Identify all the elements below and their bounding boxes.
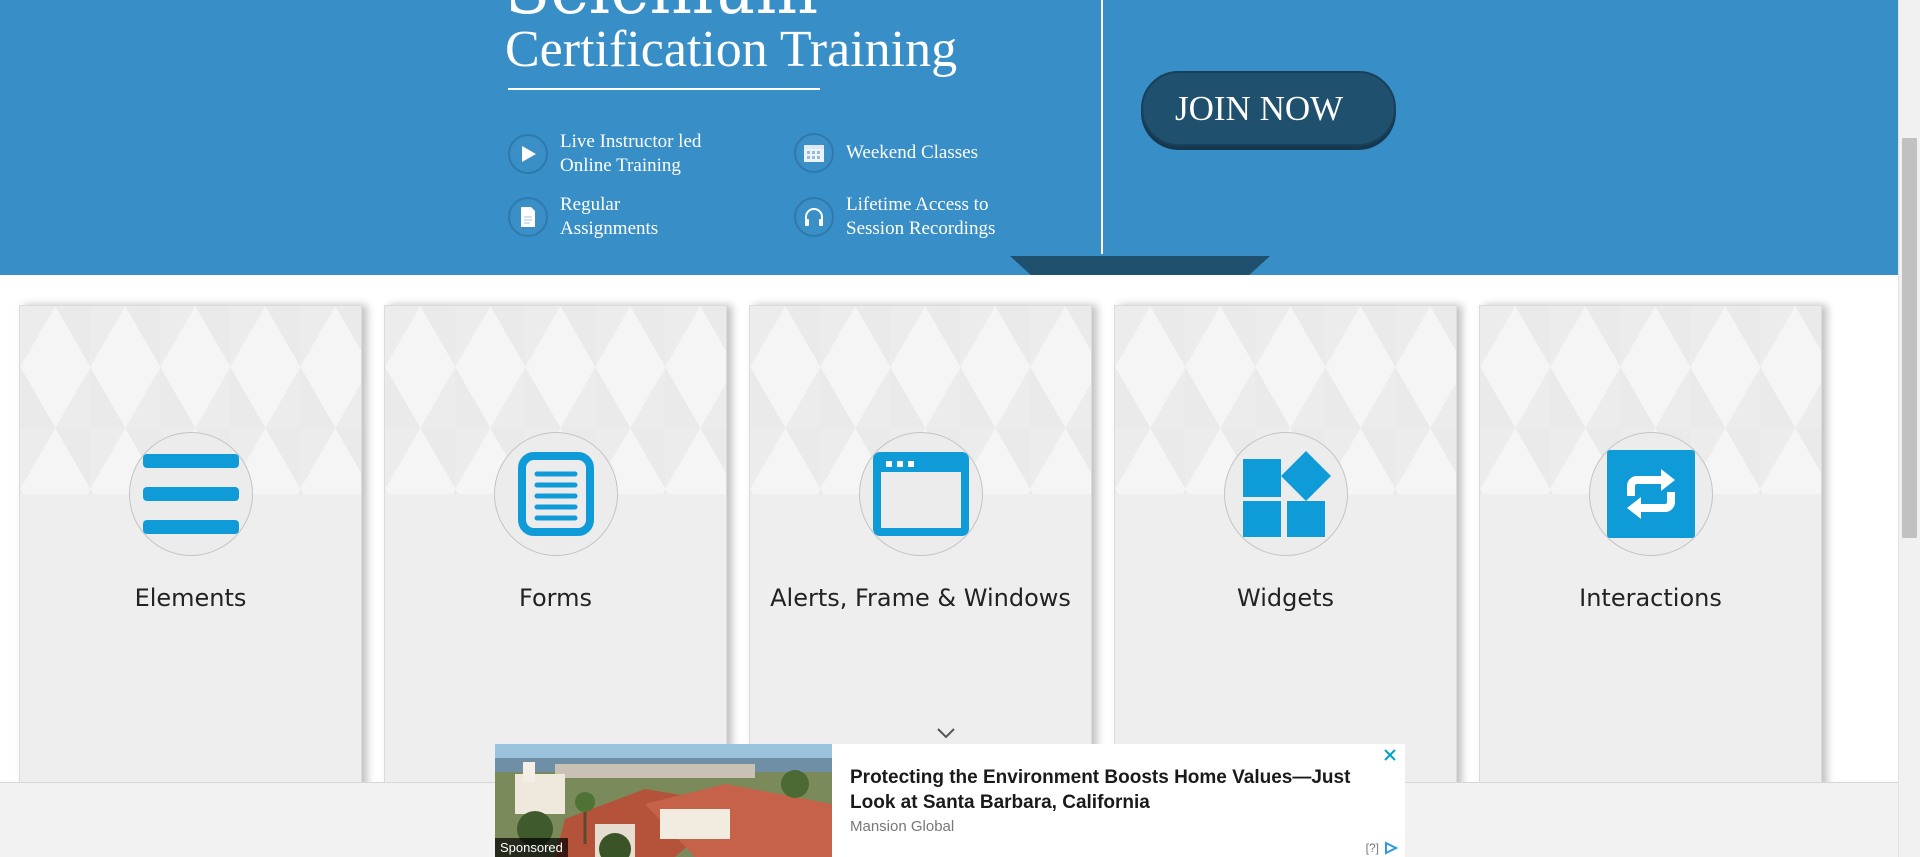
join-now-button[interactable]: JOIN NOW [1141,71,1396,146]
feature-text: Lifetime Access to Session Recordings [846,194,996,239]
feature-live-training: Live Instructor led Online Training [508,130,701,178]
headphones-icon [794,197,834,237]
card-title: Interactions [1579,584,1722,612]
sponsored-ad[interactable]: Sponsored Protecting the Environment Boo… [495,744,1405,857]
card-interactions[interactable]: Interactions [1479,305,1822,857]
card-title: Widgets [1236,584,1335,612]
feature-session-recordings: Lifetime Access to Session Recordings [794,193,995,241]
sponsored-label: Sponsored [495,838,568,857]
ad-headline[interactable]: Protecting the Environment Boosts Home V… [850,765,1390,815]
card-avatar [858,432,983,556]
play-icon [508,134,548,174]
card-avatar [1223,432,1348,556]
feature-text: Regular Assignments [560,194,659,239]
banner-title: Certification Training [505,21,958,78]
feature-weekend-classes: Weekend Classes [794,133,978,173]
scrollbar-thumb[interactable] [1902,138,1917,538]
course-banner[interactable]: Selenium Certification Training Live Ins… [0,0,1898,275]
hamburger-menu-icon [142,454,239,534]
card-title: Forms [519,584,592,612]
ad-help-link[interactable]: [?] [1366,841,1379,855]
close-icon[interactable] [1383,748,1397,762]
ad-source: Mansion Global [850,818,955,835]
card-avatar [128,432,253,556]
card-avatar [493,432,618,556]
feature-assignments: Regular Assignments [508,193,658,241]
card-avatar [1588,432,1713,556]
banner-tab-decoration [1010,256,1270,275]
form-document-icon [517,452,594,536]
card-elements[interactable]: Elements [19,305,362,857]
card-title: Alerts, Frame & Windows [770,584,1071,612]
banner-underline [508,88,820,90]
document-icon [508,197,548,237]
widgets-blocks-icon [1242,451,1331,537]
adchoices-icon[interactable] [1383,841,1399,855]
feature-text: Weekend Classes [846,142,978,163]
feature-text: Live Instructor led Online Training [560,131,702,176]
banner-divider [1101,0,1103,254]
card-title: Elements [134,584,247,612]
page-scrollbar[interactable] [1898,0,1920,857]
chevron-down-icon[interactable] [935,726,957,740]
browser-window-icon [872,452,969,536]
swap-arrows-icon [1606,450,1695,538]
calendar-icon [794,133,834,173]
